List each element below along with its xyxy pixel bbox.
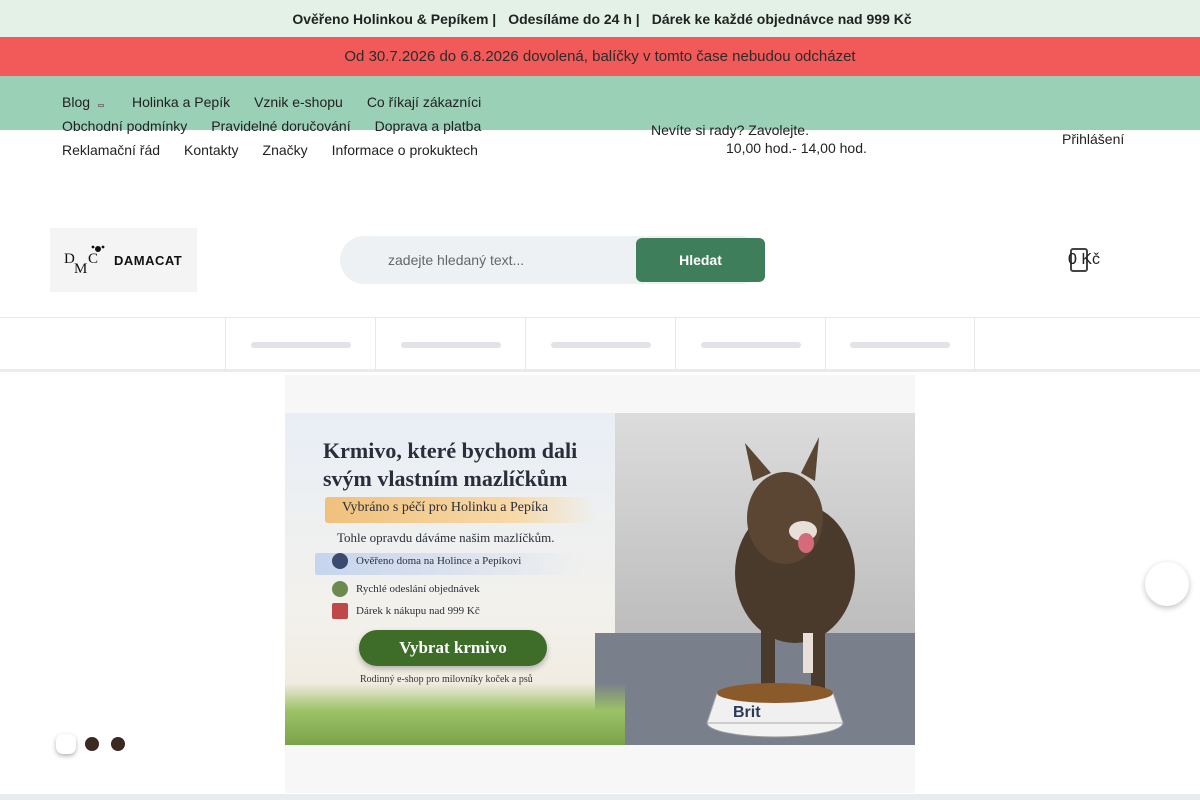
site-logo[interactable]: D M C DAMACAT bbox=[50, 228, 197, 292]
carousel-dot[interactable] bbox=[111, 737, 125, 751]
category-menu-items bbox=[225, 318, 975, 372]
nav-row: Blog Holinka a Pepík Vznik e-shopu Co ří… bbox=[62, 90, 532, 114]
top-navigation: Blog Holinka a Pepík Vznik e-shopu Co ří… bbox=[62, 90, 532, 162]
nav-item-doprava-a-platba[interactable]: Doprava a platba bbox=[375, 118, 482, 134]
nav-item-label: Holinka a Pepík bbox=[132, 94, 231, 110]
gift-icon bbox=[332, 603, 348, 619]
hero-banner-image: Brit Krmivo, které bychom dali svým vlas… bbox=[285, 413, 915, 745]
top-announcement-bar: Ověřeno Holinkou & Pepíkem | Odesíláme d… bbox=[0, 0, 1200, 37]
nav-item-reklamacni-rad[interactable]: Reklamační řád bbox=[62, 142, 160, 158]
category-menu bbox=[0, 317, 1200, 372]
nav-row: Obchodní podmínky Pravidelné doručování … bbox=[62, 114, 532, 138]
nav-item-co-rikaji-zakaznici[interactable]: Co říkají zákazníci bbox=[367, 94, 481, 110]
bowl-brand-text: Brit bbox=[733, 704, 761, 721]
dog-with-bowl-illustration: Brit bbox=[706, 437, 855, 738]
category-item-placeholder[interactable] bbox=[825, 318, 975, 372]
search-form: Hledat bbox=[340, 236, 765, 284]
loading-skeleton bbox=[400, 342, 501, 348]
hero-feature: Dárek k nákupu nad 999 Kč bbox=[332, 603, 480, 619]
carousel-dot-active[interactable] bbox=[56, 734, 76, 754]
feature-label: Ověřeno doma na Holince a Pepíkovi bbox=[356, 555, 522, 567]
carousel-dot[interactable] bbox=[85, 737, 99, 751]
check-badge-icon bbox=[332, 553, 348, 569]
category-item-placeholder[interactable] bbox=[225, 318, 375, 372]
login-label: Přihlášení bbox=[1062, 131, 1125, 147]
logo-brand-text: DAMACAT bbox=[114, 252, 183, 268]
loading-skeleton bbox=[700, 342, 801, 348]
nav-item-label: Blog bbox=[62, 94, 91, 110]
nav-row: Reklamační řád Kontakty Značky Informace… bbox=[62, 138, 532, 162]
login-link[interactable]: Přihlášení bbox=[1056, 131, 1124, 147]
holiday-alert-text: Od 30.7.2026 do 6.8.2026 dovolená, balíč… bbox=[344, 48, 856, 65]
announcement-verified: Ověřeno Holinkou & Pepíkem | bbox=[292, 10, 497, 27]
hero-heading-line: svým vlastním mazlíčkům bbox=[323, 466, 568, 491]
svg-text:C: C bbox=[88, 251, 98, 267]
nav-item-blog[interactable]: Blog bbox=[62, 94, 105, 110]
hero-feature: Ověřeno doma na Holince a Pepíkovi bbox=[332, 553, 521, 569]
phone-help: Nevíte si rady? Zavolejte. 10,00 hod.- 1… bbox=[651, 121, 867, 157]
nav-item-pravidelne-dorucovani[interactable]: Pravidelné doručování bbox=[211, 118, 350, 134]
announcement-shipping: Odesíláme do 24 h | bbox=[508, 10, 640, 27]
section-divider bbox=[0, 794, 1200, 800]
hero-heading-line: Krmivo, které bychom dali bbox=[323, 438, 578, 463]
search-button[interactable]: Hledat bbox=[636, 238, 765, 282]
user-tools: Přihlášení bbox=[1030, 131, 1124, 147]
category-item-placeholder[interactable] bbox=[525, 318, 675, 372]
nav-item-informace-o-produktech[interactable]: Informace o prokuktech bbox=[332, 142, 478, 158]
help-text: Nevíte si rady? Zavolejte. bbox=[651, 122, 809, 138]
carousel-next-button[interactable] bbox=[1145, 562, 1189, 606]
loading-skeleton bbox=[850, 342, 950, 348]
help-hours: 10,00 hod.- 14,00 hod. bbox=[726, 140, 867, 156]
hero-footer-text: Rodinný e-shop pro milovníky koček a psů bbox=[360, 674, 533, 685]
nav-item-kontakty[interactable]: Kontakty bbox=[184, 142, 238, 158]
cart-total[interactable]: 0 Kč bbox=[1068, 240, 1148, 280]
banner-grass-decoration bbox=[285, 683, 625, 745]
dmc-monogram-icon: D M C bbox=[64, 245, 105, 277]
choose-food-button[interactable]: Vybrat krmivo bbox=[359, 630, 547, 666]
category-item-placeholder[interactable] bbox=[675, 318, 825, 372]
nav-item-holinka-a-pepik[interactable]: Holinka a Pepík bbox=[128, 94, 230, 110]
announcement-gift: Dárek ke každé objednávce nad 999 Kč bbox=[651, 10, 912, 27]
loading-skeleton bbox=[250, 342, 351, 348]
hero-feature: Rychlé odeslání objednávek bbox=[332, 581, 480, 597]
hero-subtitle: Vybráno s péčí pro Holinku a Pepíka bbox=[342, 500, 549, 515]
category-item-placeholder[interactable] bbox=[375, 318, 525, 372]
nav-item-obchodni-podminky[interactable]: Obchodní podmínky bbox=[62, 118, 187, 134]
feature-label: Dárek k nákupu nad 999 Kč bbox=[356, 605, 480, 617]
search-input[interactable] bbox=[388, 240, 628, 280]
holiday-alert-bar: Od 30.7.2026 do 6.8.2026 dovolená, balíč… bbox=[0, 37, 1200, 76]
dropdown-caret-icon bbox=[98, 103, 105, 107]
carousel-dots bbox=[56, 734, 137, 754]
svg-text:M: M bbox=[74, 261, 87, 277]
hero-description: Tohle opravdu dáváme našim mazlíčkům. bbox=[337, 530, 555, 545]
nav-item-znacky[interactable]: Značky bbox=[263, 142, 308, 158]
hero-banner[interactable]: Brit Krmivo, které bychom dali svým vlas… bbox=[285, 375, 915, 793]
delivery-icon bbox=[332, 581, 348, 597]
loading-skeleton bbox=[550, 342, 651, 348]
hero-heading: Krmivo, které bychom dali svým vlastním … bbox=[323, 437, 613, 493]
feature-label: Rychlé odeslání objednávek bbox=[356, 583, 480, 595]
nav-item-vznik-e-shopu[interactable]: Vznik e-shopu bbox=[254, 94, 343, 110]
